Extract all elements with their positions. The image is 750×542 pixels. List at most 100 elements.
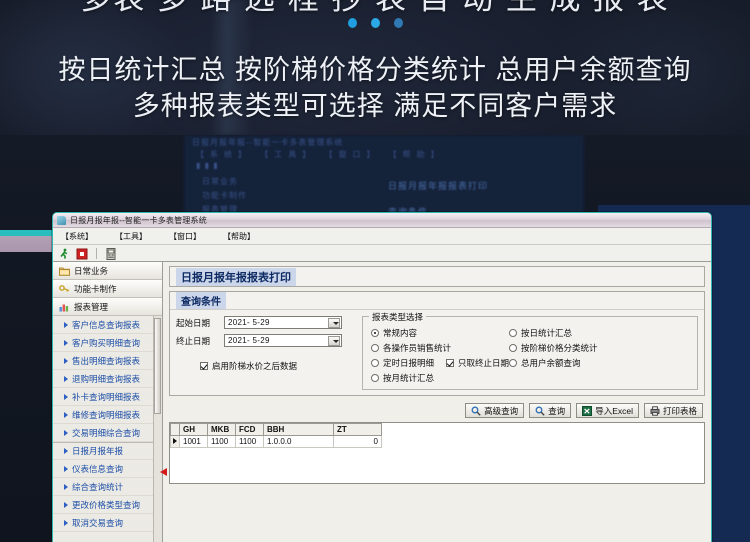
report-type-column-left: 常规内容 各操作员销售统计 定时日报明细 [371,325,503,385]
sidebar-item-daily-monthly-yearly[interactable]: 日报月报年报 [53,442,162,460]
chevron-down-icon[interactable] [328,336,340,346]
sidebar-group-reports[interactable]: 报表管理 [53,298,162,316]
advanced-search-button[interactable]: 高级查询 [465,403,524,418]
column-header-mkb[interactable]: MKB [208,424,236,436]
column-header-zt[interactable]: ZT [334,424,382,436]
carousel-dot-2[interactable] [371,18,380,28]
stop-icon[interactable] [76,247,88,259]
ghost-toolbar: ▮ ▮ ▮ [196,161,219,170]
ladder-price-checkbox[interactable] [200,362,208,370]
radio-label: 定时日报明细 [383,357,434,369]
sidebar-item-cancel-transaction[interactable]: 取消交易查询 [53,514,162,532]
sidebar-item-comprehensive-stats[interactable]: 综合查询统计 [53,478,162,496]
radio-operator-sales[interactable] [371,344,379,352]
sidebar-group-cardmaking[interactable]: 功能卡制作 [53,280,162,298]
sidebar-item-card-replacement[interactable]: 补卡查询明细报表 [53,388,162,406]
meter-icon[interactable] [105,247,117,259]
chevron-right-icon [64,322,68,328]
sidebar-item-transaction-summary[interactable]: 交易明细综合查询 [53,424,162,442]
sidebar-item-label: 客户购买明细查询 [72,337,140,349]
action-button-row: 高级查询 查询 导入Excel [169,400,705,422]
radio-scheduled-daily[interactable] [371,359,379,367]
button-label: 导入Excel [595,405,633,417]
chevron-right-icon [64,484,68,490]
end-date-only-checkbox[interactable] [446,359,454,367]
sidebar-item-repair-detail[interactable]: 维修查询明细报表 [53,406,162,424]
carousel-dots[interactable] [0,18,750,28]
ladder-price-checkbox-row[interactable]: 启用阶梯水价之后数据 [176,360,358,372]
radio-label: 各操作员销售统计 [383,342,451,354]
table-row[interactable]: 1001 1100 1100 1.0.0.0 0 [171,436,382,448]
menu-item-help[interactable]: 【帮助】 [223,231,255,242]
radio-row-daily-summary[interactable]: 按日统计汇总 [509,325,693,340]
chevron-down-icon[interactable] [328,318,340,328]
column-header-fcd[interactable]: FCD [236,424,264,436]
sidebar-group-daily[interactable]: 日常业务 [53,262,162,280]
menu-item-system[interactable]: 【系统】 [61,231,93,242]
row-pointer-icon [173,438,177,444]
sidebar-item-meter-info[interactable]: 仪表信息查询 [53,460,162,478]
sidebar-item-label: 交易明细综合查询 [72,427,140,439]
ghost-menubar: 【系统】 【工具】 【窗口】 【帮助】 [196,149,445,160]
chevron-right-icon [64,448,68,454]
navigation-sidebar[interactable]: 日常业务 功能卡制作 报表管理 客户信息查询报表 客户购买明细查询 售出明细查询… [53,262,163,542]
radio-row-regular[interactable]: 常规内容 [371,325,503,340]
radio-row-operator-sales[interactable]: 各操作员销售统计 [371,340,503,355]
selection-pointer-icon [160,468,167,476]
report-type-legend: 报表类型选择 [369,311,426,323]
folder-icon [59,266,70,276]
sidebar-item-label: 综合查询统计 [72,481,123,493]
end-date-input[interactable]: 2021- 5-29 [224,334,342,347]
sidebar-item-purchase-detail[interactable]: 客户购买明细查询 [53,334,162,352]
page-header-panel: 日报月报年报报表打印 [169,266,705,287]
sidebar-scrollbar-thumb[interactable] [154,318,161,414]
column-header-bbh[interactable]: BBH [264,424,334,436]
menu-item-window[interactable]: 【窗口】 [169,231,201,242]
cell-gh: 1001 [180,436,208,448]
sidebar-item-label: 退购明细查询报表 [72,373,140,385]
tool-bar[interactable] [53,245,711,262]
end-date-only-checkbox-row[interactable]: 只取终止日期 [446,357,509,369]
radio-row-ladder-price-class[interactable]: 按阶梯价格分类统计 [509,340,693,355]
hero-subtitle-1: 按日统计汇总 按阶梯价格分类统计 总用户余额查询 [0,48,750,87]
chevron-right-icon [64,502,68,508]
radio-row-scheduled-daily[interactable]: 定时日报明细 只取终止日期 [371,355,503,370]
radio-row-monthly-summary[interactable]: 按月统计汇总 [371,370,503,385]
run-icon[interactable] [58,247,70,259]
menu-item-tools[interactable]: 【工具】 [115,231,147,242]
button-label: 高级查询 [484,405,518,417]
excel-icon [582,406,592,416]
menu-bar[interactable]: 【系统】 【工具】 【窗口】 【帮助】 [53,228,711,245]
radio-monthly-summary[interactable] [371,374,379,382]
radio-ladder-price-class[interactable] [509,344,517,352]
print-table-button[interactable]: 打印表格 [644,403,703,418]
app-icon [57,216,66,225]
sidebar-item-sales-detail[interactable]: 售出明细查询报表 [53,352,162,370]
sidebar-item-label: 补卡查询明细报表 [72,391,140,403]
export-excel-button[interactable]: 导入Excel [576,403,639,418]
search-icon [535,406,545,416]
radio-row-total-balance[interactable]: 总用户余额查询 [509,355,693,370]
sidebar-item-label: 取消交易查询 [72,517,123,529]
row-selector-cell[interactable] [171,436,180,448]
results-table: GH MKB FCD BBH ZT 1001 1100 1100 [170,423,382,448]
radio-regular-content[interactable] [371,329,379,337]
results-grid[interactable]: GH MKB FCD BBH ZT 1001 1100 1100 [169,422,705,484]
ghost-sidebar-2: 功能卡制作 [202,190,247,201]
radio-label: 常规内容 [383,327,417,339]
radio-daily-summary[interactable] [509,329,517,337]
column-header-gh[interactable]: GH [180,424,208,436]
radio-total-balance[interactable] [509,359,517,367]
window-titlebar[interactable]: 日报月报年报--智能一卡多表管理系统 [53,213,711,228]
sidebar-item-price-change[interactable]: 更改价格类型查询 [53,496,162,514]
sidebar-item-refund-detail[interactable]: 退购明细查询报表 [53,370,162,388]
carousel-dot-1[interactable] [348,18,357,28]
page-title: 日报月报年报报表打印 [176,268,296,286]
search-button[interactable]: 查询 [529,403,571,418]
chevron-right-icon [64,412,68,418]
radio-label: 按阶梯价格分类统计 [521,342,598,354]
sidebar-item-customer-info[interactable]: 客户信息查询报表 [53,316,162,334]
start-date-input[interactable]: 2021- 5-29 [224,316,342,329]
carousel-dot-3[interactable] [394,18,403,28]
table-header-row: GH MKB FCD BBH ZT [171,424,382,436]
